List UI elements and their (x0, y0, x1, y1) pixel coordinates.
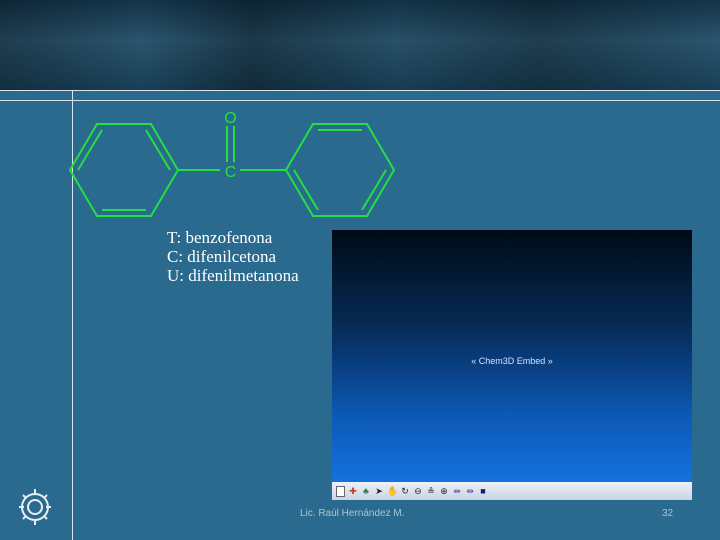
zoom-icon[interactable]: ⊖ (413, 486, 423, 496)
chem3d-toolbar: ✚ ♣ ➤ ✋ ↻ ⊖ ≗ ⊕ ⇹ ⇹ ■ (332, 482, 692, 500)
name-iupac: U: difenilmetanona (167, 266, 299, 285)
file-icon[interactable] (336, 485, 345, 497)
right-benzene-ring (284, 123, 396, 217)
pivot-2-icon[interactable]: ⊕ (439, 486, 449, 496)
translate-2-icon[interactable]: ⇹ (465, 486, 475, 496)
arrow-pointer-icon[interactable]: ➤ (374, 486, 384, 496)
rotate-3d-icon[interactable]: ↻ (400, 486, 410, 496)
stop-icon[interactable]: ■ (478, 486, 488, 496)
divider-top (0, 90, 720, 91)
pivot-icon[interactable]: ≗ (426, 486, 436, 496)
hand-icon[interactable]: ✋ (387, 486, 398, 496)
benzophenone-structure: O C (68, 110, 396, 217)
tree-icon[interactable]: ♣ (361, 486, 371, 496)
left-benzene-ring (68, 123, 180, 217)
carbon-label: C (225, 164, 237, 181)
oxygen-label: O (224, 110, 236, 127)
header-banner (0, 0, 720, 90)
embed-label: « Chem3D Embed » (471, 356, 553, 366)
translate-icon[interactable]: ⇹ (452, 486, 462, 496)
divider-second (0, 100, 720, 101)
chem3d-embed[interactable]: « Chem3D Embed » ✚ ♣ ➤ ✋ ↻ ⊖ ≗ ⊕ ⇹ ⇹ ■ (332, 230, 692, 500)
page-number: 32 (662, 508, 674, 519)
footer-author: Lic. Raúl Hernández M. (300, 508, 405, 519)
name-trivial: T: benzofenona (167, 228, 273, 247)
name-common: C: difenilcetona (167, 247, 277, 266)
rotate-icon[interactable]: ✚ (348, 486, 358, 496)
compound-names: T: benzofenona C: difenilcetona U: difen… (167, 228, 299, 285)
institution-logo (19, 489, 51, 525)
